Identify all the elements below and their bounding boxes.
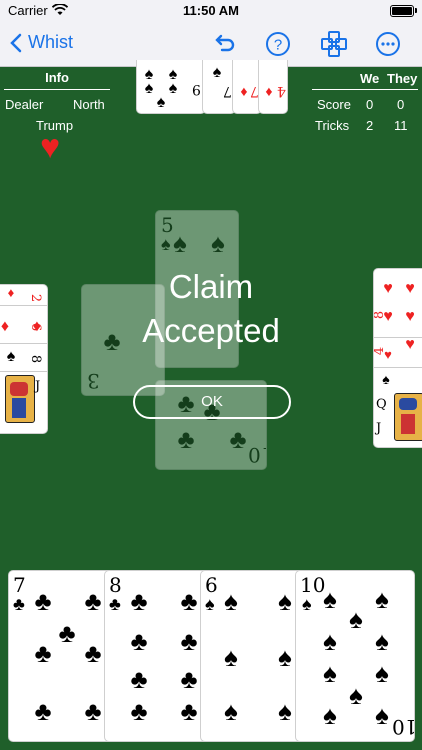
north-card-3: ♦ 4 bbox=[258, 60, 288, 114]
dealer-value: North bbox=[73, 97, 105, 112]
chevron-left-icon bbox=[10, 33, 22, 52]
they-header: They bbox=[387, 71, 418, 86]
east-card-stack: ♥ ♥ ♥ ♥ 8 ♥ 4 ♥ ♠ Q J bbox=[373, 268, 422, 448]
info-title: Info bbox=[45, 70, 69, 85]
more-icon[interactable] bbox=[374, 30, 402, 58]
north-hand: ♠ ♠ ♠ ♠ ♠ 9 ♠ 7 ♦ 7 ♦ 4 bbox=[136, 60, 288, 114]
score-label: Score bbox=[317, 97, 351, 112]
we-header: We bbox=[360, 71, 380, 86]
jack-face-image bbox=[5, 375, 35, 423]
dialog-title-line1: Claim bbox=[168, 268, 254, 305]
battery-icon bbox=[390, 5, 414, 17]
hand-card-1[interactable]: 8 ♣ ♣ ♣ ♣ ♣ ♣ ♣ ♣ ♣ bbox=[104, 570, 212, 742]
west-card-stack: 2 ♦ ♦ ♦ 6 ♠ 8 J bbox=[0, 284, 48, 434]
claim-dialog: Claim Accepted bbox=[111, 265, 311, 353]
north-card-1: ♠ 7 bbox=[202, 60, 236, 114]
back-label: Whist bbox=[28, 32, 73, 52]
tricks-we: 2 bbox=[366, 118, 374, 133]
score-we: 0 bbox=[366, 97, 374, 112]
queen-face-image bbox=[394, 393, 422, 441]
tricks-label: Tricks bbox=[315, 118, 350, 133]
hand-card-2[interactable]: 6 ♠ ♠ ♠ ♠ ♠ ♠ ♠ bbox=[200, 570, 308, 742]
status-bar: Carrier 11:50 AM bbox=[0, 0, 422, 22]
west-hand: 2 ♦ ♦ ♦ 6 ♠ 8 J bbox=[0, 284, 49, 436]
east-hand: ♥ ♥ ♥ ♥ 8 ♥ 4 ♥ ♠ Q J bbox=[373, 268, 422, 448]
cards-icon[interactable] bbox=[320, 30, 348, 58]
svg-text:?: ? bbox=[274, 37, 282, 54]
dialog-title-line2: Accepted bbox=[142, 312, 280, 349]
info-divider bbox=[4, 89, 110, 90]
trump-heart-icon: ♥ bbox=[40, 128, 61, 166]
score-they: 0 bbox=[397, 97, 405, 112]
hand-card-0[interactable]: 7 ♣ ♣ ♣ ♣ ♣ ♣ ♣ ♣ bbox=[8, 570, 116, 742]
battery-cap bbox=[415, 8, 417, 13]
dealer-label: Dealer bbox=[5, 97, 44, 112]
score-divider bbox=[312, 89, 418, 90]
back-button[interactable]: Whist bbox=[10, 32, 73, 53]
undo-icon[interactable] bbox=[210, 30, 238, 58]
ok-button[interactable]: OK bbox=[133, 385, 291, 419]
clock: 11:50 AM bbox=[183, 3, 239, 18]
tricks-they: 11 bbox=[394, 118, 408, 133]
hand-card-3[interactable]: 10 ♠ ♠ ♠ ♠ ♠ ♠ ♠ ♠ ♠ ♠ ♠ 10 bbox=[295, 570, 415, 742]
help-icon[interactable]: ? bbox=[264, 30, 292, 58]
north-card-0: ♠ ♠ ♠ ♠ ♠ 9 bbox=[136, 60, 206, 114]
